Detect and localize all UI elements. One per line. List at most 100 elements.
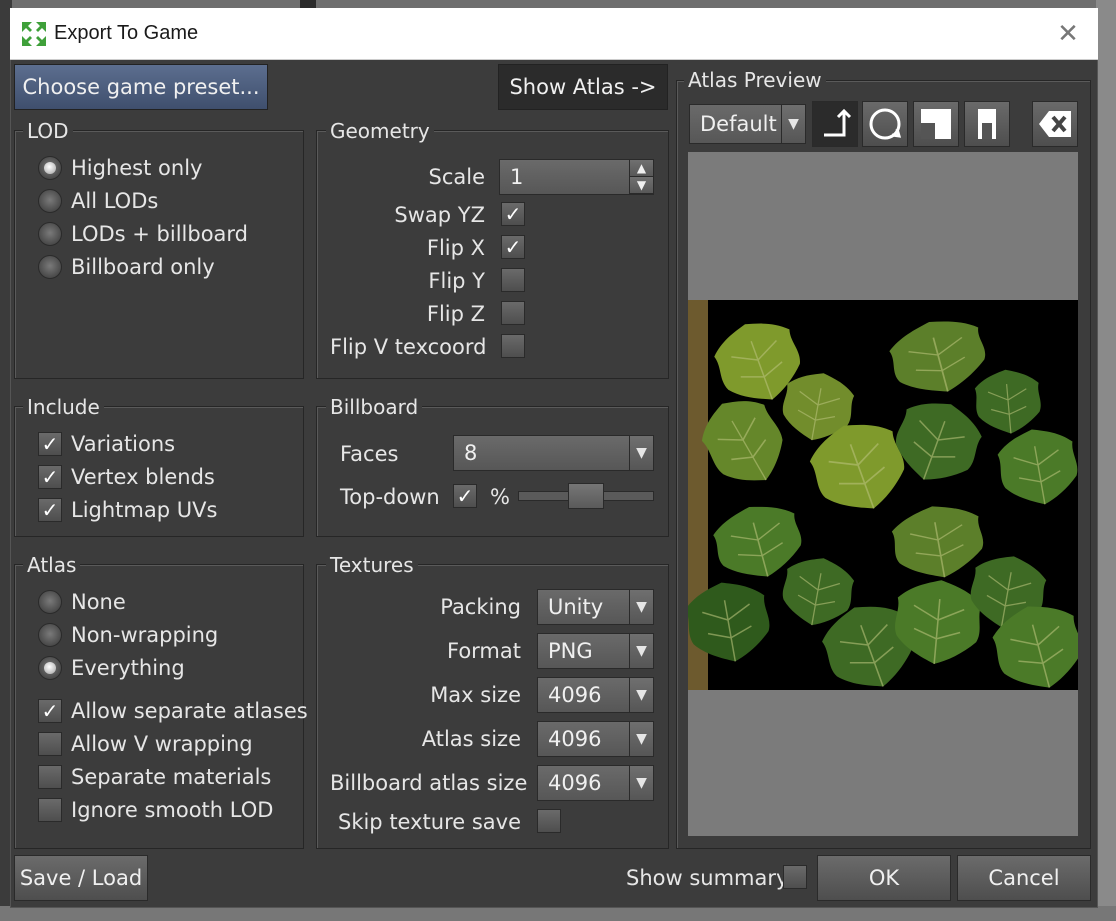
allow-separate-atlases-label: Allow separate atlases [71,699,308,723]
max-size-dropdown[interactable]: 4096 ▼ [537,677,654,713]
lod-group-title: LOD [23,119,73,143]
choose-preset-button[interactable]: Choose game preset... [14,64,268,110]
flip-y-label: Flip Y [428,269,485,293]
skip-texture-save-checkbox[interactable] [537,809,561,833]
swap-yz-label: Swap YZ [394,203,485,227]
percent-label: % [490,485,510,509]
background-app-strip [300,0,316,8]
skip-texture-save-label: Skip texture save [337,810,521,834]
radio-label: Everything [71,656,185,680]
radio-label: All LODs [71,189,159,213]
top-down-label: Top-down [340,485,440,509]
lightmap-uvs-checkbox[interactable]: ✓ [38,498,62,522]
vertex-blends-label: Vertex blends [71,465,215,489]
radio-everything[interactable] [38,656,62,680]
chevron-down-icon: ▼ [629,766,653,800]
billboard-group [316,406,669,537]
atlas-size-value: 4096 [548,727,602,751]
chevron-down-icon: ▼ [629,436,653,470]
flip-z-checkbox[interactable] [501,301,525,325]
radio-highest-only[interactable] [38,156,62,180]
spin-up-icon[interactable]: ▲ [630,160,653,177]
chevron-down-icon: ▼ [781,105,805,143]
billboard-atlas-size-value: 4096 [548,771,602,795]
variations-label: Variations [71,432,176,456]
atlas-group-title: Atlas [23,553,81,577]
geometry-group-title: Geometry [326,119,434,143]
packing-dropdown[interactable]: Unity ▼ [537,589,654,625]
show-atlas-button[interactable]: Show Atlas -> [498,64,668,110]
scale-label: Scale [428,165,486,189]
top-down-slider[interactable] [518,483,654,509]
billboard-atlas-size-dropdown[interactable]: 4096 ▼ [537,765,654,801]
show-summary-label: Show summary [626,866,789,890]
app-logo-icon [20,20,48,48]
allow-v-wrapping-label: Allow V wrapping [71,732,253,756]
max-size-label: Max size [430,683,521,707]
show-summary-checkbox[interactable] [783,865,807,889]
variations-checkbox[interactable]: ✓ [38,432,62,456]
save-load-button[interactable]: Save / Load [14,855,148,901]
separate-materials-checkbox[interactable] [38,765,62,789]
radio-label: Highest only [71,156,203,180]
ignore-smooth-lod-checkbox[interactable] [38,798,62,822]
layout-tall-icon[interactable] [964,101,1010,147]
faces-dropdown[interactable]: 8 ▼ [453,435,654,471]
atlas-preview-title: Atlas Preview [684,68,826,92]
faces-value: 8 [464,441,478,465]
scale-value: 1 [510,165,524,189]
scale-spinner[interactable]: ▲ ▼ [629,160,653,194]
lightmap-uvs-label: Lightmap UVs [71,498,218,522]
swap-yz-checkbox[interactable]: ✓ [501,202,525,226]
background-app-right [1096,0,1116,921]
packing-label: Packing [440,595,521,619]
layout-square-icon[interactable] [913,101,959,147]
ok-button[interactable]: OK [817,855,951,901]
allow-v-wrapping-checkbox[interactable] [38,732,62,756]
preview-mode-value: Default [700,112,777,136]
atlas-size-label: Atlas size [421,727,521,751]
format-value: PNG [548,639,593,663]
format-label: Format [446,639,521,663]
radio-label: None [71,590,126,614]
corner-arrow-icon[interactable] [812,101,858,147]
radio-billboard-only[interactable] [38,255,62,279]
billboard-atlas-size-label: Billboard atlas size [330,771,528,795]
textures-group-title: Textures [326,553,418,577]
rotate-icon[interactable] [862,101,908,147]
slider-thumb[interactable] [568,483,604,509]
packing-value: Unity [548,595,604,619]
clear-icon[interactable] [1032,101,1078,147]
faces-label: Faces [340,442,399,466]
vertex-blends-checkbox[interactable]: ✓ [38,465,62,489]
radio-none[interactable] [38,590,62,614]
ignore-smooth-lod-label: Ignore smooth LOD [71,798,274,822]
flip-x-checkbox[interactable]: ✓ [501,235,525,259]
allow-separate-atlases-checkbox[interactable]: ✓ [38,699,62,723]
chevron-down-icon: ▼ [629,590,653,624]
flip-z-label: Flip Z [426,302,485,326]
flip-v-texcoord-checkbox[interactable] [501,334,525,358]
window-title: Export To Game [54,22,199,44]
separate-materials-label: Separate materials [71,765,272,789]
preview-mode-dropdown[interactable]: Default ▼ [689,104,806,144]
radio-lods-billboard[interactable] [38,222,62,246]
radio-label: Non-wrapping [71,623,219,647]
chevron-down-icon: ▼ [629,634,653,668]
scale-input[interactable]: 1 ▲ ▼ [499,159,654,195]
radio-all-lods[interactable] [38,189,62,213]
top-down-checkbox[interactable]: ✓ [453,484,477,508]
radio-label: Billboard only [71,255,215,279]
background-app-bottom [0,906,1116,921]
close-icon[interactable]: ✕ [1052,18,1084,50]
radio-non-wrapping[interactable] [38,623,62,647]
flip-y-checkbox[interactable] [501,268,525,292]
chevron-down-icon: ▼ [629,678,653,712]
chevron-down-icon: ▼ [629,722,653,756]
cancel-button[interactable]: Cancel [957,855,1091,901]
spin-down-icon[interactable]: ▼ [630,177,653,194]
atlas-size-dropdown[interactable]: 4096 ▼ [537,721,654,757]
format-dropdown[interactable]: PNG ▼ [537,633,654,669]
flip-v-texcoord-label: Flip V texcoord [330,335,487,359]
flip-x-label: Flip X [426,236,485,260]
